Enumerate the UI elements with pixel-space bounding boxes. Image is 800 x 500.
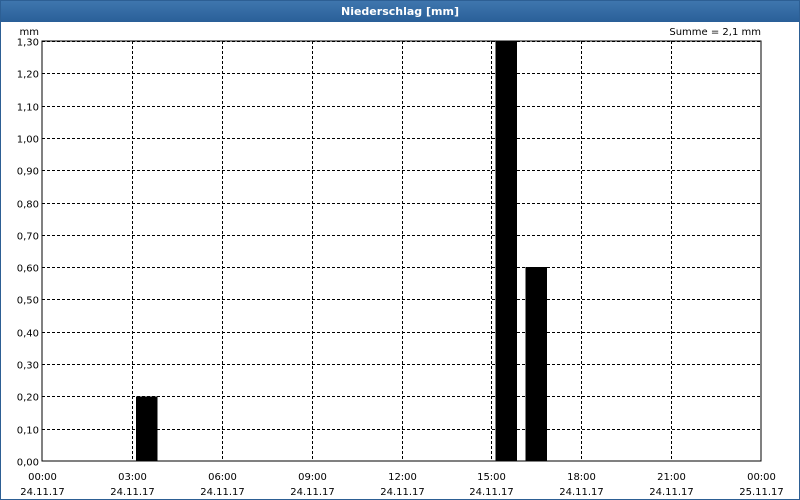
y-tick-label: 0,40 bbox=[17, 329, 39, 340]
x-tick-date-label: 24.11.17 bbox=[290, 487, 335, 498]
y-tick-label: 0,90 bbox=[17, 167, 39, 178]
x-tick-time-label: 18:00 bbox=[567, 472, 596, 483]
x-tick-time-label: 21:00 bbox=[657, 472, 686, 483]
precipitation-bar bbox=[136, 396, 158, 461]
y-tick-label: 1,20 bbox=[17, 70, 39, 81]
x-tick-date-label: 24.11.17 bbox=[380, 487, 425, 498]
y-tick-label: 1,30 bbox=[17, 38, 39, 49]
x-tick-time-label: 09:00 bbox=[298, 472, 327, 483]
y-axis-label: mm bbox=[20, 27, 39, 38]
x-tick-date-label: 24.11.17 bbox=[110, 487, 155, 498]
y-tick-label: 0,30 bbox=[17, 361, 39, 372]
x-tick-date-label: 24.11.17 bbox=[649, 487, 694, 498]
chart-window: Niederschlag [mm] Summe = 2,1 mm 0,00 0,1… bbox=[0, 0, 800, 500]
x-tick-time-label: 06:00 bbox=[208, 472, 237, 483]
y-tick-label: 0,60 bbox=[17, 264, 39, 275]
y-tick-label: 1,10 bbox=[17, 103, 39, 114]
precipitation-bar bbox=[525, 267, 548, 461]
y-tick-label: 0,10 bbox=[17, 426, 39, 437]
precipitation-bar bbox=[495, 41, 518, 461]
x-tick-date-label: 24.11.17 bbox=[559, 487, 604, 498]
precipitation-chart: 0,00 0,10 0,20 0,30 0,40 0,50 0,60 0,70 0,80 0,90… bbox=[17, 27, 784, 498]
x-tick-time-label: 00:00 bbox=[747, 472, 776, 483]
y-tick-label: 0,70 bbox=[17, 232, 39, 243]
y-tick-label: 1,00 bbox=[17, 135, 39, 146]
x-tick-date-label: 24.11.17 bbox=[200, 487, 245, 498]
x-tick-date-label: 24.11.17 bbox=[20, 487, 65, 498]
x-tick-time-label: 03:00 bbox=[118, 472, 147, 483]
y-tick-label: 0,00 bbox=[17, 458, 39, 469]
x-tick-time-label: 00:00 bbox=[28, 472, 57, 483]
y-tick-label: 0,20 bbox=[17, 393, 39, 404]
x-tick-date-label: 24.11.17 bbox=[469, 487, 514, 498]
x-tick-time-label: 12:00 bbox=[388, 472, 417, 483]
y-tick-label: 0,80 bbox=[17, 200, 39, 211]
y-tick-label: 0,50 bbox=[17, 296, 39, 307]
x-tick-time-label: 15:00 bbox=[477, 472, 506, 483]
x-tick-date-label: 25.11.17 bbox=[739, 487, 784, 498]
